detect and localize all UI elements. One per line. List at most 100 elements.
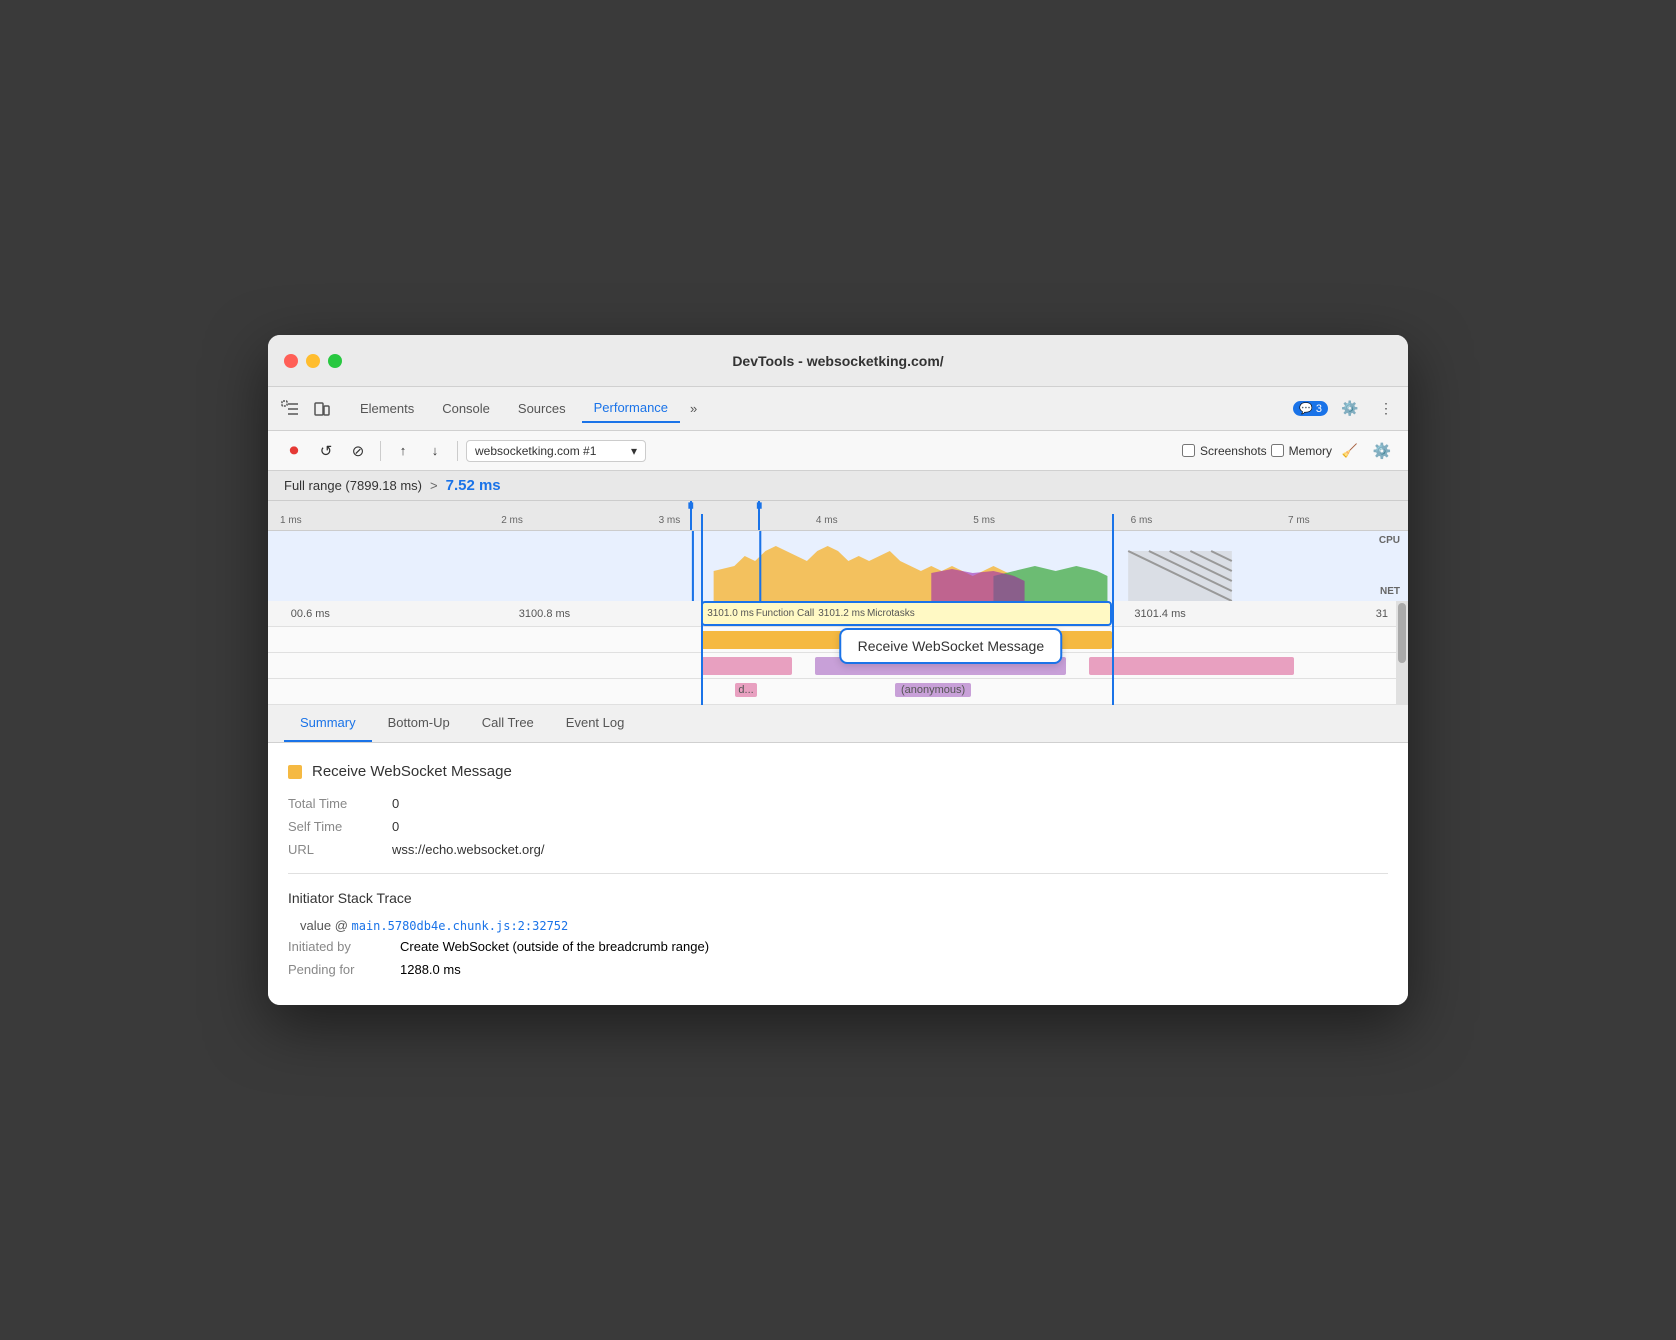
close-button[interactable] xyxy=(284,354,298,368)
toolbar-divider-1 xyxy=(380,441,381,461)
self-time-label: Self Time xyxy=(288,819,368,834)
timeline-row-4: d... (anonymous) xyxy=(268,679,1408,705)
tooltip-container: 3101.0 ms Function Call 3101.2 ms Microt… xyxy=(701,601,1111,626)
cpu-chart: CPU NET xyxy=(268,531,1408,601)
initiated-by-row: Initiated by Create WebSocket (outside o… xyxy=(288,939,1388,954)
summary-title: Receive WebSocket Message xyxy=(288,763,1388,780)
more-tabs-button[interactable]: » xyxy=(684,397,703,420)
net-label: NET xyxy=(1380,586,1400,597)
initiated-by-value: Create WebSocket (outside of the breadcr… xyxy=(400,939,709,954)
clear-button[interactable]: ⊘ xyxy=(344,437,372,465)
window-title: DevTools - websocketking.com/ xyxy=(732,353,943,369)
tooltip-bubble: Receive WebSocket Message xyxy=(840,628,1063,664)
tab-performance[interactable]: Performance xyxy=(582,394,680,423)
stack-link[interactable]: main.5780db4e.chunk.js:2:32752 xyxy=(352,919,569,933)
tab-console[interactable]: Console xyxy=(430,395,502,422)
upload-button[interactable]: ↑ xyxy=(389,437,417,465)
badge-count: 3 xyxy=(1316,403,1322,415)
minimize-button[interactable] xyxy=(306,354,320,368)
total-time-label: Total Time xyxy=(288,796,368,811)
screenshots-checkbox-label[interactable]: Screenshots xyxy=(1182,444,1267,458)
feedback-badge[interactable]: 💬 3 xyxy=(1293,401,1328,416)
url-row: URL wss://echo.websocket.org/ xyxy=(288,842,1388,857)
url-label: URL xyxy=(288,842,368,857)
bottom-tabs: Summary Bottom-Up Call Tree Event Log xyxy=(268,705,1408,743)
range-arrow: > xyxy=(430,478,438,493)
ruler-mark-4: 5 ms xyxy=(905,515,1062,526)
nav-right: 💬 3 ⚙️ ⋮ xyxy=(1293,395,1400,423)
cpu-svg xyxy=(268,531,1408,601)
cpu-label: CPU xyxy=(1379,535,1400,546)
devtools-window: DevTools - websocketking.com/ Elements C… xyxy=(268,335,1408,1005)
ruler-mark-6: 7 ms xyxy=(1220,515,1377,526)
range-bar: Full range (7899.18 ms) > 7.52 ms xyxy=(268,471,1408,501)
title-bar: DevTools - websocketking.com/ xyxy=(268,335,1408,387)
self-time-row: Self Time 0 xyxy=(288,819,1388,834)
url-dropdown-icon: ▾ xyxy=(631,444,637,458)
anonymous-label: (anonymous) xyxy=(895,683,971,697)
stack-entry: value @ main.5780db4e.chunk.js:2:32752 xyxy=(288,918,1388,933)
screenshots-checkbox[interactable] xyxy=(1182,444,1195,457)
ruler-marks: 1 ms 2 ms 3 ms 4 ms 5 ms 6 ms 7 xyxy=(268,515,1408,526)
tab-sources[interactable]: Sources xyxy=(506,395,578,422)
inspect-icon[interactable] xyxy=(276,395,304,423)
tooltip-text: Receive WebSocket Message xyxy=(858,638,1045,654)
pink-bar-left xyxy=(701,657,792,675)
full-range-text: Full range (7899.18 ms) xyxy=(284,478,422,493)
timeline-area: 1 ms 2 ms 3 ms 4 ms 5 ms 6 ms 7 xyxy=(268,501,1408,705)
nav-icons xyxy=(276,395,336,423)
capture-settings-button[interactable]: ⚙️ xyxy=(1368,437,1396,465)
pending-for-label: Pending for xyxy=(288,962,388,977)
self-time-value: 0 xyxy=(392,819,399,834)
traffic-lights xyxy=(284,354,342,368)
pink-bar-right xyxy=(1089,657,1294,675)
clear-recordings-button[interactable]: 🧹 xyxy=(1336,437,1364,465)
initiated-by-label: Initiated by xyxy=(288,939,388,954)
scrollbar-thumb[interactable] xyxy=(1398,603,1406,663)
download-button[interactable]: ↓ xyxy=(421,437,449,465)
tab-call-tree[interactable]: Call Tree xyxy=(466,705,550,742)
tab-event-log[interactable]: Event Log xyxy=(550,705,641,742)
chat-icon: 💬 xyxy=(1299,402,1313,415)
url-value: websocketking.com #1 xyxy=(475,444,596,458)
ruler-mark-1: 2 ms xyxy=(433,515,590,526)
timeline-scrollbar[interactable] xyxy=(1396,601,1408,705)
ruler-mark-3: 4 ms xyxy=(748,515,905,526)
total-time-value: 0 xyxy=(392,796,399,811)
tab-bottom-up[interactable]: Bottom-Up xyxy=(372,705,466,742)
selected-range: 7.52 ms xyxy=(446,477,501,494)
url-selector[interactable]: websocketking.com #1 ▾ xyxy=(466,440,646,462)
d-label: d... xyxy=(735,683,756,697)
summary-event-name: Receive WebSocket Message xyxy=(312,763,512,780)
microtasks-label: Microtasks xyxy=(867,608,915,619)
settings-icon[interactable]: ⚙️ xyxy=(1336,395,1364,423)
stack-entry-label: value @ xyxy=(300,918,352,933)
timeline-rows: 00.6 ms 3100.8 ms 3101.0 ms Function Cal… xyxy=(268,601,1408,705)
summary-color-box xyxy=(288,765,302,779)
tab-elements[interactable]: Elements xyxy=(348,395,426,422)
summary-panel: Receive WebSocket Message Total Time 0 S… xyxy=(268,743,1408,1005)
reload-record-button[interactable]: ↺ xyxy=(312,437,340,465)
ruler-mark-5: 6 ms xyxy=(1063,515,1220,526)
timeline-ruler: 1 ms 2 ms 3 ms 4 ms 5 ms 6 ms 7 xyxy=(268,501,1408,531)
toolbar-divider-2 xyxy=(457,441,458,461)
timeline-row-1: 00.6 ms 3100.8 ms 3101.0 ms Function Cal… xyxy=(268,601,1408,627)
ruler-mark-0: 1 ms xyxy=(276,515,433,526)
pending-for-row: Pending for 1288.0 ms xyxy=(288,962,1388,977)
memory-checkbox-label[interactable]: Memory xyxy=(1271,444,1332,458)
more-options-icon[interactable]: ⋮ xyxy=(1372,395,1400,423)
timeline-row-2 xyxy=(268,627,1408,653)
device-icon[interactable] xyxy=(308,395,336,423)
url-value: wss://echo.websocket.org/ xyxy=(392,842,544,857)
toolbar: ⏺ ↺ ⊘ ↑ ↓ websocketking.com #1 ▾ Screens… xyxy=(268,431,1408,471)
pending-for-value: 1288.0 ms xyxy=(400,962,461,977)
memory-label: Memory xyxy=(1289,444,1332,458)
stack-trace-title: Initiator Stack Trace xyxy=(288,890,1388,906)
record-button[interactable]: ⏺ xyxy=(280,437,308,465)
memory-checkbox[interactable] xyxy=(1271,444,1284,457)
timeline-row-3 xyxy=(268,653,1408,679)
summary-divider xyxy=(288,873,1388,874)
maximize-button[interactable] xyxy=(328,354,342,368)
tab-summary[interactable]: Summary xyxy=(284,705,372,742)
screenshots-label: Screenshots xyxy=(1200,444,1267,458)
